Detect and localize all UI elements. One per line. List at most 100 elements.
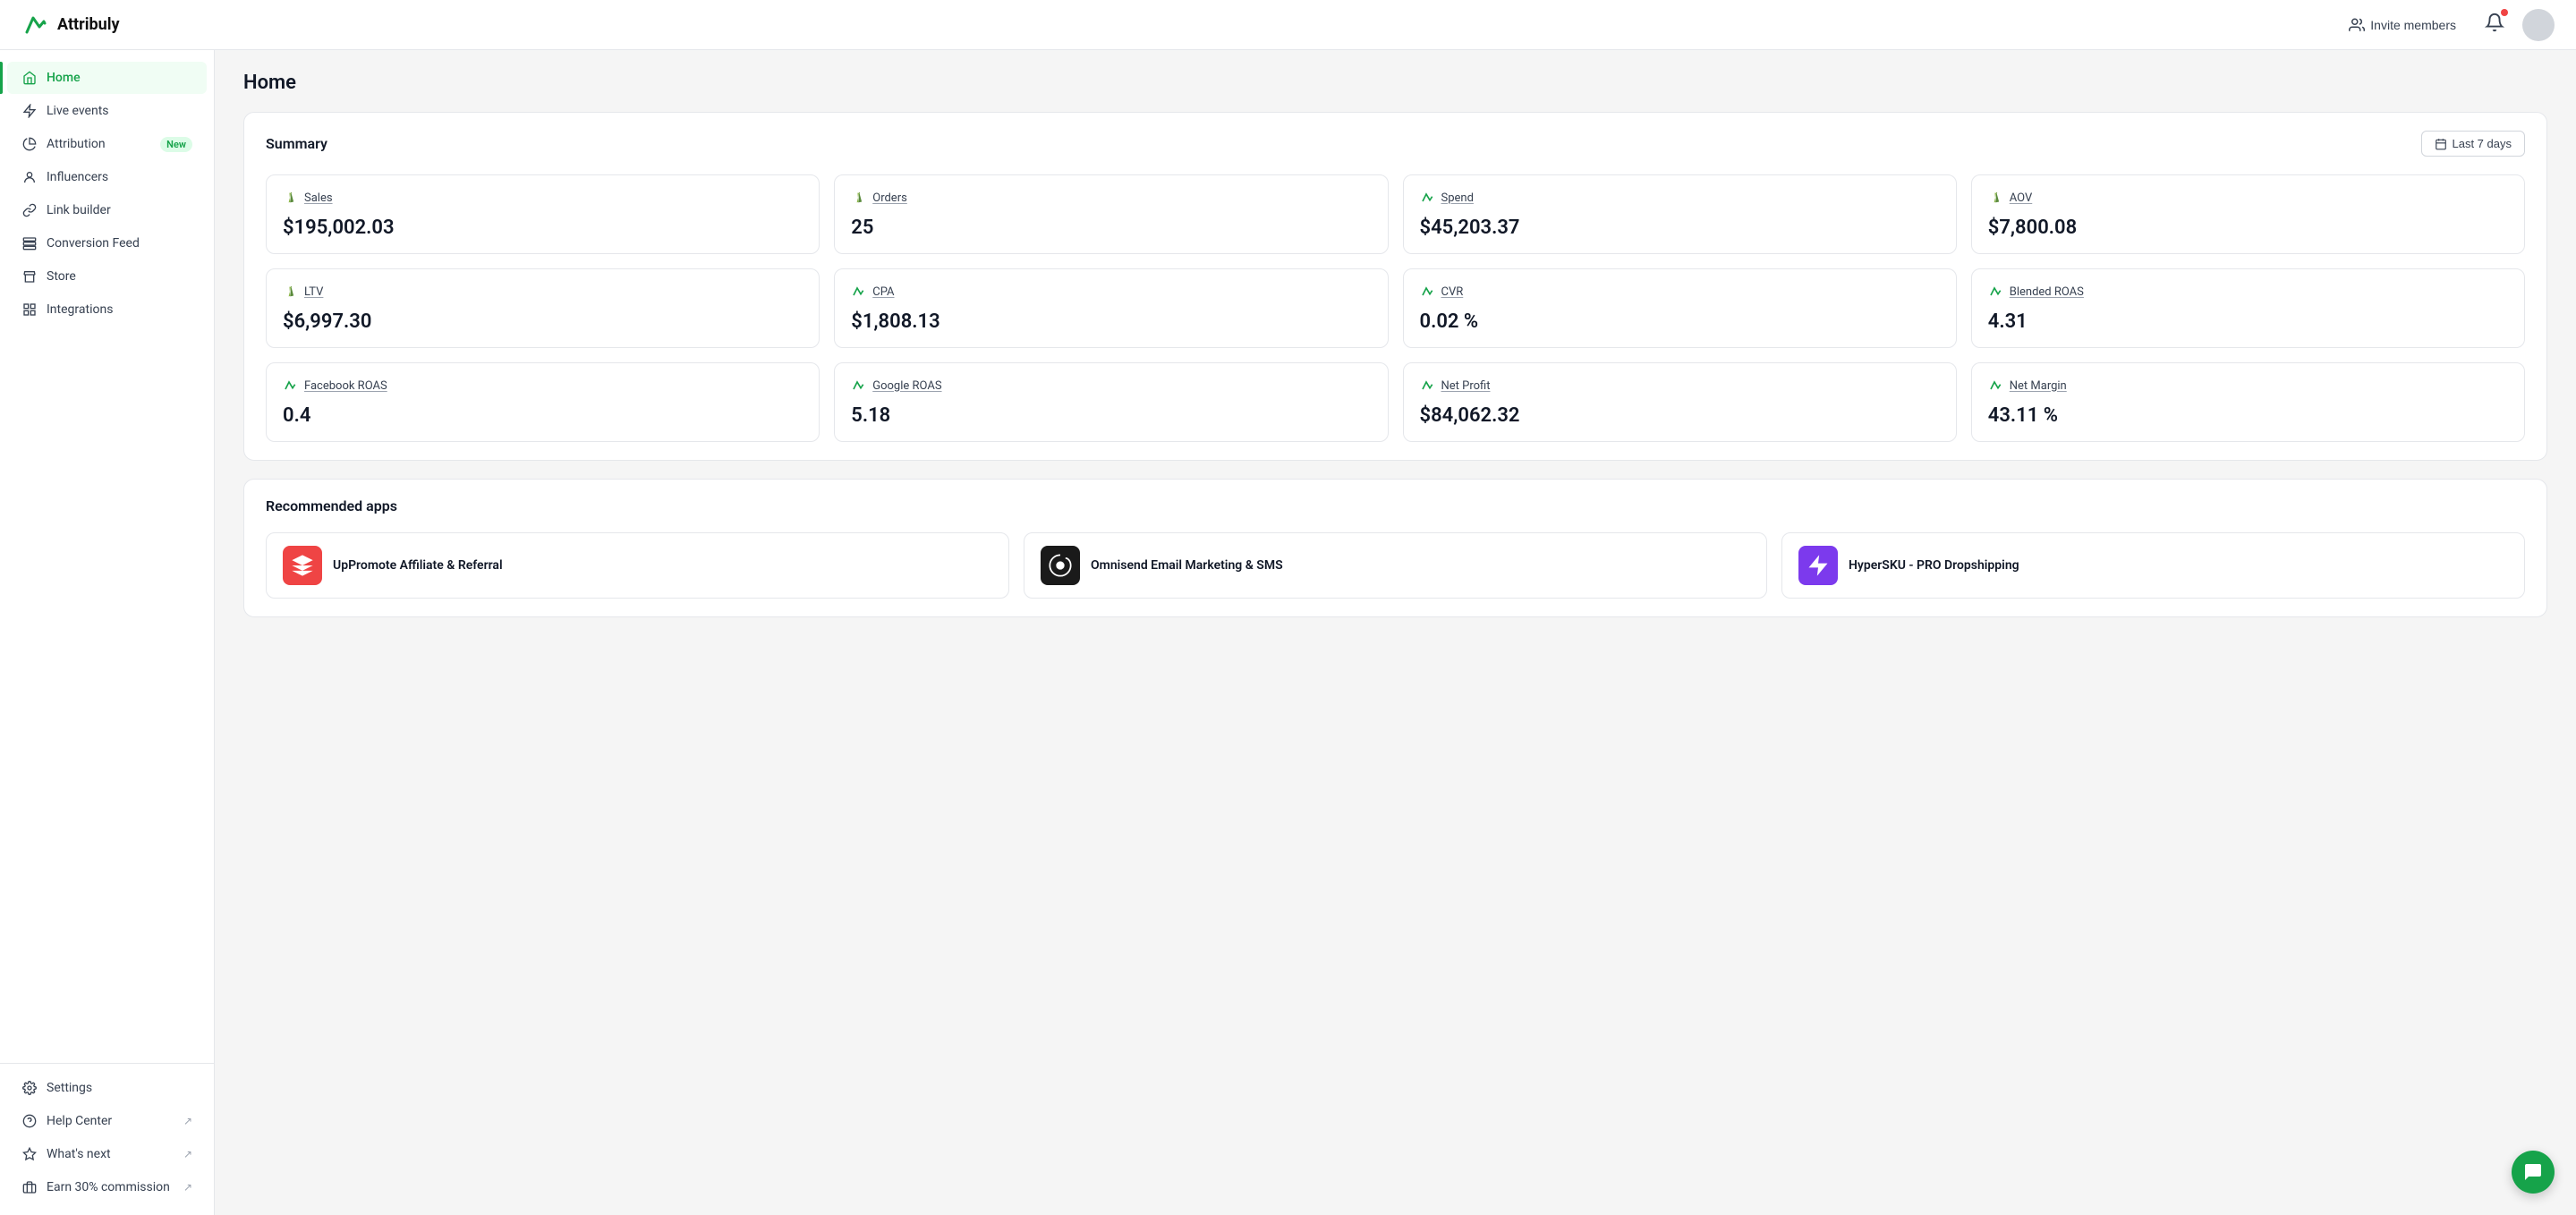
sidebar-label-whats-next: What's next: [47, 1147, 111, 1161]
shopify-icon-aov: [1988, 190, 2004, 206]
date-filter-button[interactable]: Last 7 days: [2421, 131, 2526, 157]
metric-label-row-spend: Spend: [1420, 190, 1940, 206]
app-body: Home Live events Attr: [0, 50, 2576, 1215]
metric-card-cpa: CPA $1,808.13: [834, 268, 1388, 348]
attribuly-icon-facebook-roas: [283, 378, 299, 394]
sidebar-item-influencers[interactable]: Influencers: [7, 161, 207, 193]
metric-value-cpa: $1,808.13: [851, 310, 1371, 333]
shopify-icon-orders: [851, 190, 867, 206]
metric-value-ltv: $6,997.30: [283, 310, 803, 333]
sidebar-item-live-events[interactable]: Live events: [7, 95, 207, 127]
metric-value-sales: $195,002.03: [283, 217, 803, 239]
store-icon: [21, 268, 38, 285]
avatar[interactable]: [2522, 9, 2555, 41]
link-builder-icon: [21, 202, 38, 218]
commission-icon: [21, 1179, 38, 1195]
sidebar-label-attribution: Attribution: [47, 137, 106, 151]
metric-label-row-sales: Sales: [283, 190, 803, 206]
app-name-uppromote: UpPromote Affiliate & Referral: [333, 558, 503, 573]
metric-value-net-profit: $84,062.32: [1420, 404, 1940, 427]
summary-title: Summary: [266, 135, 327, 152]
app-logo: Attribuly: [21, 11, 120, 39]
metric-card-net-margin: Net Margin 43.11 %: [1971, 362, 2525, 442]
metric-label-row-net-margin: Net Margin: [1988, 378, 2508, 394]
metric-label-row-aov: AOV: [1988, 190, 2508, 206]
metric-value-spend: $45,203.37: [1420, 217, 1940, 239]
metric-value-facebook-roas: 0.4: [283, 404, 803, 427]
metric-value-aov: $7,800.08: [1988, 217, 2508, 239]
attribuly-icon-net-margin: [1988, 378, 2004, 394]
metric-label-facebook-roas: Facebook ROAS: [304, 379, 387, 393]
app-card-omnisend[interactable]: Omnisend Email Marketing & SMS: [1024, 532, 1767, 599]
calendar-icon: [2435, 138, 2447, 150]
sidebar-item-help-center[interactable]: Help Center ↗: [7, 1105, 207, 1137]
metric-label-blended-roas: Blended ROAS: [2010, 285, 2084, 299]
notification-button[interactable]: [2481, 9, 2508, 41]
attribuly-icon-blended-roas: [1988, 284, 2004, 300]
sidebar-item-whats-next[interactable]: What's next ↗: [7, 1138, 207, 1170]
summary-card: Summary Last 7 days: [243, 112, 2547, 461]
shopify-icon-sales: [283, 190, 299, 206]
attribuly-icon-google-roas: [851, 378, 867, 394]
metric-label-ltv: LTV: [304, 285, 323, 299]
recommended-apps-header: Recommended apps: [266, 497, 2525, 514]
metric-card-net-profit: Net Profit $84,062.32: [1403, 362, 1957, 442]
external-link-icon-2: ↗: [183, 1148, 192, 1160]
metric-label-net-profit: Net Profit: [1441, 379, 1491, 393]
home-icon: [21, 70, 38, 86]
metric-label-spend: Spend: [1441, 191, 1474, 205]
influencers-icon: [21, 169, 38, 185]
metric-label-row-cpa: CPA: [851, 284, 1371, 300]
recommended-apps-title: Recommended apps: [266, 497, 397, 514]
page-title: Home: [243, 72, 2547, 94]
app-card-uppromote[interactable]: UpPromote Affiliate & Referral: [266, 532, 1009, 599]
sidebar-item-earn-commission[interactable]: Earn 30% commission ↗: [7, 1171, 207, 1203]
metric-label-row-google-roas: Google ROAS: [851, 378, 1371, 394]
metric-label-google-roas: Google ROAS: [872, 379, 941, 393]
sidebar-label-integrations: Integrations: [47, 302, 113, 317]
sidebar-label-conversion-feed: Conversion Feed: [47, 236, 140, 251]
sidebar-label-live-events: Live events: [47, 104, 109, 118]
app-logo-uppromote: [283, 546, 322, 585]
metric-label-cpa: CPA: [872, 285, 894, 299]
metric-label-row-net-profit: Net Profit: [1420, 378, 1940, 394]
app-name-hypersku: HyperSKU - PRO Dropshipping: [1849, 558, 2019, 573]
sidebar-item-link-builder[interactable]: Link builder: [7, 194, 207, 226]
sidebar-item-home[interactable]: Home: [7, 62, 207, 94]
sidebar-label-earn-commission: Earn 30% commission: [47, 1180, 170, 1194]
sidebar-item-integrations[interactable]: Integrations: [7, 293, 207, 326]
attribution-badge: New: [160, 137, 192, 152]
recommended-apps-card: Recommended apps UpPromote Affiliate & R…: [243, 479, 2547, 617]
app-logo-hypersku: [1798, 546, 1838, 585]
sidebar-label-link-builder: Link builder: [47, 203, 111, 217]
metric-value-google-roas: 5.18: [851, 404, 1371, 427]
sidebar-bottom-nav: Settings Help Center ↗: [0, 1063, 214, 1204]
metric-label-row-ltv: LTV: [283, 284, 803, 300]
metric-label-row-orders: Orders: [851, 190, 1371, 206]
sidebar-item-attribution[interactable]: Attribution New: [7, 128, 207, 160]
settings-icon: [21, 1080, 38, 1096]
external-link-icon: ↗: [183, 1115, 192, 1127]
sidebar-item-conversion-feed[interactable]: Conversion Feed: [7, 227, 207, 259]
metrics-grid: Sales $195,002.03 Orders 2: [266, 174, 2525, 442]
metric-label-sales: Sales: [304, 191, 333, 205]
date-filter-label: Last 7 days: [2453, 137, 2512, 150]
sidebar-item-store[interactable]: Store: [7, 260, 207, 293]
invite-members-button[interactable]: Invite members: [2338, 12, 2467, 38]
metric-label-orders: Orders: [872, 191, 907, 205]
whats-next-icon: [21, 1146, 38, 1162]
chat-icon: [2522, 1161, 2544, 1183]
app-card-hypersku[interactable]: HyperSKU - PRO Dropshipping: [1781, 532, 2525, 599]
metric-label-row-blended-roas: Blended ROAS: [1988, 284, 2508, 300]
attribuly-icon-spend: [1420, 190, 1436, 206]
attribuly-icon-cpa: [851, 284, 867, 300]
attribution-icon: [21, 136, 38, 152]
chat-button[interactable]: [2512, 1151, 2555, 1194]
metric-card-aov: AOV $7,800.08: [1971, 174, 2525, 254]
help-icon: [21, 1113, 38, 1129]
metric-value-orders: 25: [851, 217, 1371, 239]
sidebar-item-settings[interactable]: Settings: [7, 1072, 207, 1104]
sidebar-label-store: Store: [47, 269, 76, 284]
sidebar-main-nav: Home Live events Attr: [0, 61, 214, 1056]
header-actions: Invite members: [2338, 9, 2555, 41]
